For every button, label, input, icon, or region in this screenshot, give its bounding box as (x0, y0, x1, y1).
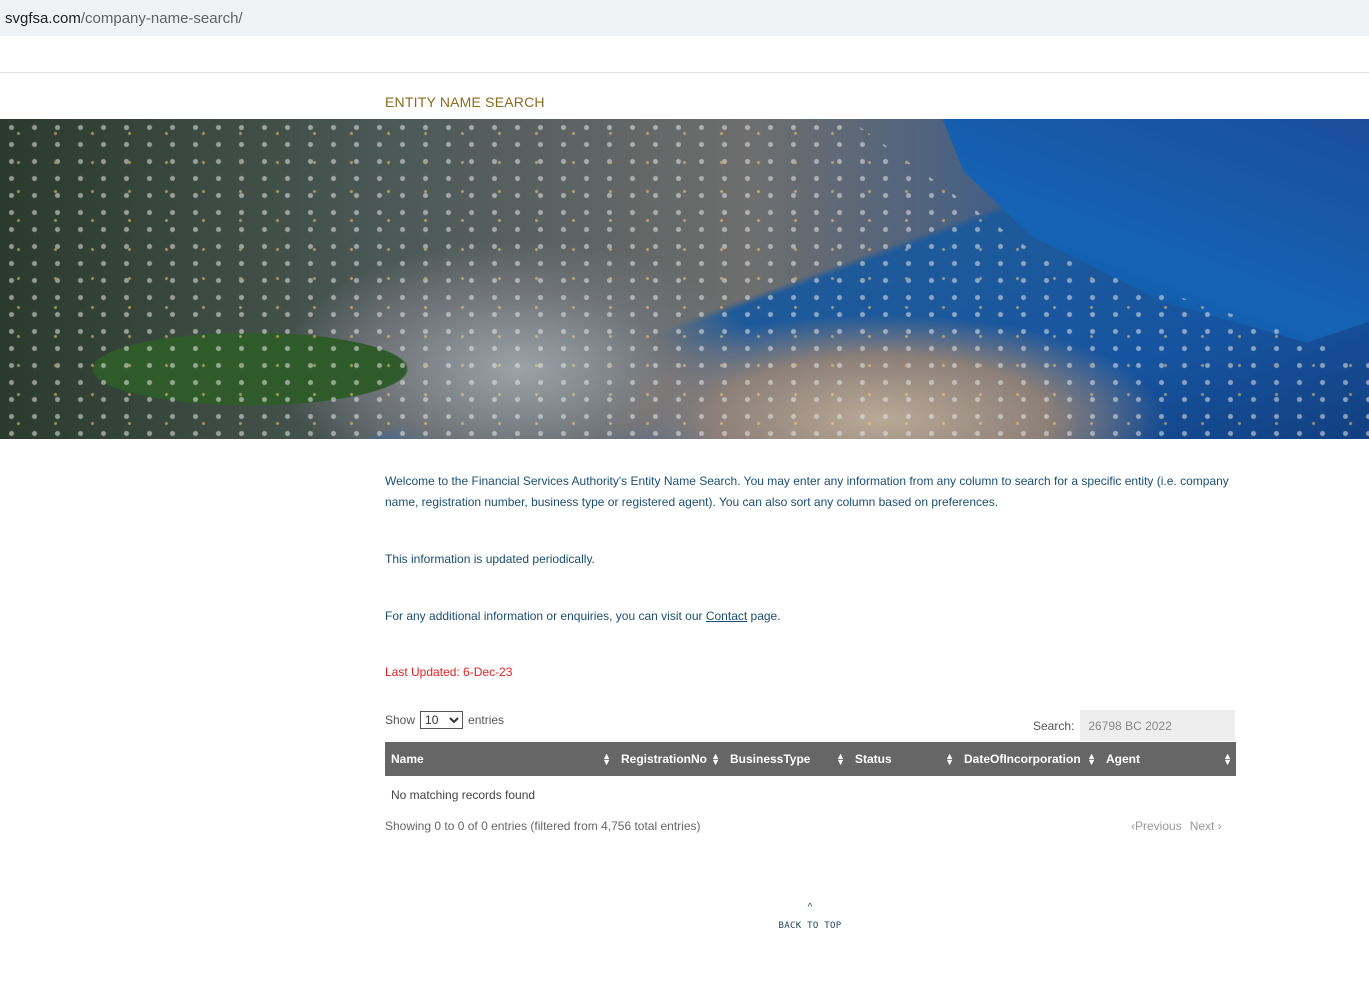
column-label: Name (391, 752, 424, 766)
chevron-up-icon: ^ (807, 902, 813, 913)
column-label: Status (855, 752, 892, 766)
contact-suffix: page. (747, 609, 781, 623)
column-label: RegistrationNo (621, 752, 708, 766)
page-size-select[interactable]: 10 (420, 711, 464, 729)
page-title: ENTITY NAME SEARCH (385, 94, 545, 110)
previous-button[interactable]: ‹Previous (1131, 819, 1182, 833)
entries-label: entries (468, 713, 505, 727)
column-header-agent[interactable]: Agent ▲ ▼ (1100, 742, 1236, 776)
entity-table: Name ▲ ▼ RegistrationNo ▲ ▼ BusinessType ▲ ▼ S… (385, 742, 1236, 814)
search-input[interactable] (1080, 710, 1236, 741)
pagination: ‹Previous Next › (1131, 819, 1222, 833)
next-button[interactable]: Next › (1190, 819, 1222, 833)
contact-text: For any additional information or enquir… (385, 606, 1235, 627)
column-label: BusinessType (730, 752, 811, 766)
last-updated: Last Updated: 6-Dec-23 (385, 665, 513, 679)
column-header-name[interactable]: Name ▲ ▼ (385, 742, 615, 776)
search-label: Search: (1033, 718, 1075, 733)
back-to-top-button[interactable]: ^ BACK TO TOP (760, 902, 860, 931)
sort-icon: ▲ ▼ (836, 751, 845, 767)
show-label: Show (385, 713, 416, 727)
address-bar[interactable]: svgfsa.com/company-name-search/ (0, 0, 1369, 36)
sort-icon: ▲ ▼ (945, 751, 954, 767)
column-header-dateofincorporation[interactable]: DateOfIncorporation ▲ ▼ (958, 742, 1100, 776)
page-size-control: Show 10 entries (385, 711, 504, 729)
search-control: Search: (1033, 710, 1236, 741)
column-header-businesstype[interactable]: BusinessType ▲ ▼ (724, 742, 849, 776)
sort-icon: ▲ ▼ (1223, 751, 1232, 767)
back-to-top-label: BACK TO TOP (778, 921, 842, 931)
updated-note: This information is updated periodically… (385, 552, 595, 566)
column-header-status[interactable]: Status ▲ ▼ (849, 742, 958, 776)
empty-message: No matching records found (391, 788, 536, 802)
table-info: Showing 0 to 0 of 0 entries (filtered fr… (385, 819, 701, 833)
url-host: svgfsa.com (5, 10, 81, 27)
next-label: Next (1189, 819, 1215, 833)
welcome-text: Welcome to the Financial Services Author… (385, 474, 1229, 509)
previous-label: Previous (1135, 819, 1182, 833)
column-label: Agent (1106, 752, 1140, 766)
contact-prefix: For any additional information or enquir… (385, 609, 706, 623)
sort-icon: ▲ ▼ (1087, 751, 1096, 767)
sort-icon: ▲ ▼ (711, 751, 720, 767)
hero-image-city-harbor (0, 119, 1369, 439)
header-divider (0, 72, 1369, 73)
url-path: /company-name-search/ (80, 10, 243, 27)
column-label: DateOfIncorporation (964, 752, 1081, 766)
column-header-registrationno[interactable]: RegistrationNo ▲ ▼ (615, 742, 724, 776)
sort-icon: ▲ ▼ (602, 751, 611, 767)
contact-link[interactable]: Contact (706, 609, 747, 623)
